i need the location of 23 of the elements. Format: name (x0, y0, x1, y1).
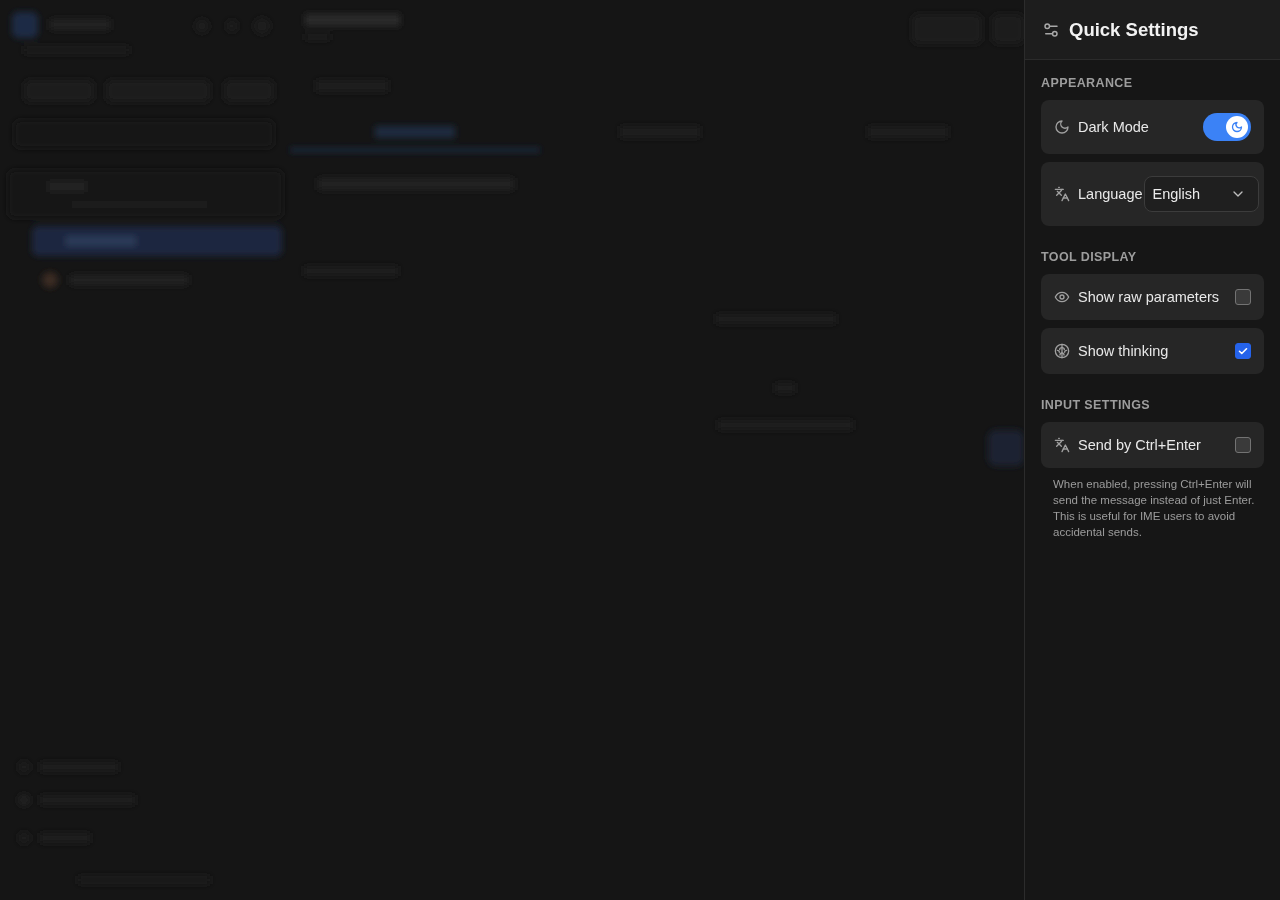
translate-icon (1054, 437, 1070, 453)
checkbox[interactable] (1235, 437, 1251, 453)
moon-icon (1226, 116, 1248, 138)
moon-icon (1054, 119, 1070, 135)
setting-label: Send by Ctrl+Enter (1078, 437, 1201, 453)
toggle-switch[interactable] (1203, 113, 1251, 141)
panel-title: Quick Settings (1069, 18, 1199, 41)
sliders-icon (1042, 20, 1060, 39)
checkbox[interactable] (1235, 289, 1251, 305)
setting-label: Language (1078, 186, 1143, 202)
section-heading: TOOL DISPLAY (1041, 249, 1138, 265)
language-select[interactable]: English (1143, 176, 1259, 212)
eye-icon (1054, 289, 1070, 305)
translate-icon (1054, 186, 1070, 202)
section-heading: APPEARANCE (1041, 75, 1134, 91)
setting-label: Show raw parameters (1078, 289, 1220, 305)
help-text: When enabled, pressing Ctrl+Enter will send the message instead of just Enter. This is useful for IME users to avoid accidental sends. (1052, 477, 1256, 540)
brain-icon (1054, 343, 1070, 359)
setting-label: Show thinking (1078, 343, 1169, 359)
setting-label: Dark Mode (1078, 119, 1149, 135)
section-heading: INPUT SETTINGS (1041, 397, 1152, 413)
checkbox[interactable] (1235, 343, 1251, 359)
check-icon (1237, 345, 1249, 357)
